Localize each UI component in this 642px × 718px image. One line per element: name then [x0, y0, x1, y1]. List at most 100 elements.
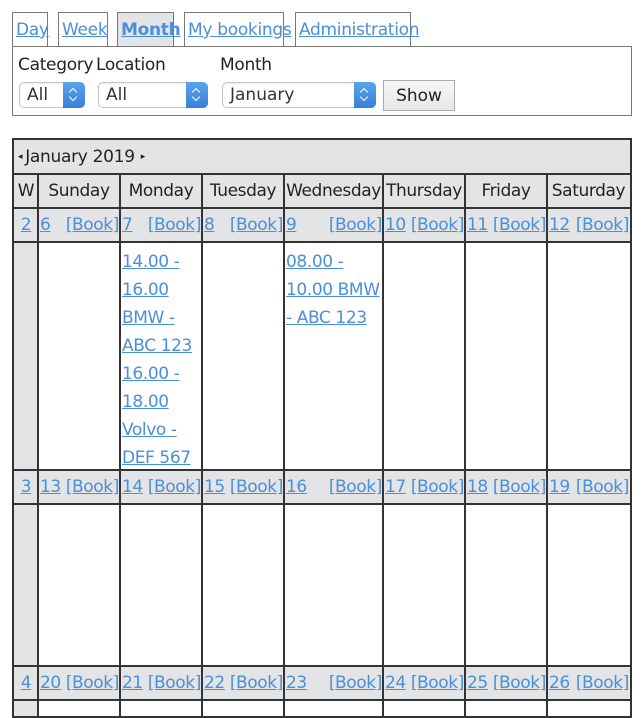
book-link[interactable]: [Book]: [493, 208, 547, 242]
day-number-link[interactable]: 22: [204, 666, 225, 700]
week-number-link[interactable]: 3: [21, 477, 32, 497]
month-select[interactable]: January: [222, 82, 376, 108]
week-number-link[interactable]: 4: [21, 673, 32, 693]
booking-link[interactable]: DEF 567: [122, 448, 191, 468]
previous-month-icon[interactable]: ◂: [18, 140, 23, 174]
booking-line: Volvo -: [122, 416, 200, 444]
day-cell-body: [383, 242, 465, 470]
book-link[interactable]: [Book]: [576, 666, 630, 700]
day-header-saturday: Saturday: [547, 174, 630, 208]
booking-link[interactable]: 08.00 -: [286, 252, 344, 272]
location-select-value: All: [106, 85, 128, 105]
book-link[interactable]: [Book]: [148, 470, 202, 504]
book-link[interactable]: [Book]: [576, 470, 630, 504]
book-link[interactable]: [Book]: [230, 666, 284, 700]
day-number-link[interactable]: 26: [549, 666, 570, 700]
booking-link[interactable]: BMW -: [122, 308, 175, 328]
book-link[interactable]: [Book]: [329, 666, 383, 700]
tab-day[interactable]: Day: [12, 12, 49, 46]
tab-administration-link[interactable]: Administration: [299, 20, 420, 40]
day-number-link[interactable]: 15: [204, 470, 225, 504]
booking-link[interactable]: Volvo -: [122, 420, 177, 440]
tab-day-link[interactable]: Day: [16, 20, 49, 40]
tab-administration[interactable]: Administration: [295, 12, 420, 46]
day-number-link[interactable]: 10: [385, 208, 406, 242]
booking-link[interactable]: 14.00 -: [122, 252, 180, 272]
grid-line-vertical: [382, 174, 384, 716]
book-link[interactable]: [Book]: [411, 208, 465, 242]
day-cell-header: 9 [Book]: [284, 208, 383, 242]
booking-link[interactable]: 16.00: [122, 280, 169, 300]
show-button[interactable]: Show: [383, 80, 455, 111]
day-cell-header: 26 [Book]: [547, 666, 630, 700]
book-link[interactable]: [Book]: [493, 666, 547, 700]
tab-my-bookings-link[interactable]: My bookings: [188, 20, 292, 40]
day-cell-header: 6 [Book]: [38, 208, 120, 242]
grid-line-vertical: [464, 174, 466, 716]
day-cell-body: [547, 242, 630, 470]
book-link[interactable]: [Book]: [148, 666, 202, 700]
day-number-link[interactable]: 17: [385, 470, 406, 504]
book-link[interactable]: [Book]: [329, 470, 383, 504]
tab-week-link[interactable]: Week: [62, 20, 108, 40]
week-column-body: [14, 700, 38, 716]
booking-link[interactable]: 10.00 BMW: [286, 280, 380, 300]
grid-line-vertical: [37, 174, 39, 716]
day-cell-header: 20 [Book]: [38, 666, 120, 700]
book-link[interactable]: [Book]: [66, 470, 120, 504]
book-link[interactable]: [Book]: [329, 208, 383, 242]
day-number-link[interactable]: 7: [122, 208, 133, 242]
location-select[interactable]: All: [98, 82, 208, 108]
day-cell-header: 8 [Book]: [202, 208, 284, 242]
day-number-link[interactable]: 23: [286, 666, 307, 700]
day-number-link[interactable]: 13: [40, 470, 61, 504]
grid-line-horizontal: [14, 665, 630, 667]
tab-month[interactable]: Month: [117, 12, 181, 46]
day-number-link[interactable]: 24: [385, 666, 406, 700]
book-link[interactable]: [Book]: [230, 208, 284, 242]
book-link[interactable]: [Book]: [66, 208, 120, 242]
day-number-link[interactable]: 9: [286, 208, 297, 242]
booking-line: 18.00: [122, 388, 200, 416]
tab-week[interactable]: Week: [58, 12, 108, 46]
day-number-link[interactable]: 8: [204, 208, 215, 242]
next-month-icon[interactable]: ▸: [141, 140, 146, 174]
day-number-link[interactable]: 12: [549, 208, 570, 242]
day-cell-body: [284, 700, 383, 716]
day-number-link[interactable]: 21: [122, 666, 143, 700]
day-header-wednesday: Wednesday: [284, 174, 383, 208]
category-select[interactable]: All: [19, 82, 85, 108]
day-cell-body: [383, 700, 465, 716]
day-number-link[interactable]: 14: [122, 470, 143, 504]
grid-line-vertical: [546, 174, 548, 716]
day-number-link[interactable]: 25: [467, 666, 488, 700]
book-link[interactable]: [Book]: [411, 666, 465, 700]
book-link[interactable]: [Book]: [66, 666, 120, 700]
booking-link[interactable]: ABC 123: [122, 336, 192, 356]
book-link[interactable]: [Book]: [576, 208, 630, 242]
day-cell-body: 14.00 - 16.00 BMW - ABC 123 16.00 - 18.00 Volv…: [120, 242, 202, 470]
book-link[interactable]: [Book]: [148, 208, 202, 242]
tab-my-bookings[interactable]: My bookings: [184, 12, 292, 46]
location-label: Location: [96, 55, 166, 75]
day-number-link[interactable]: 11: [467, 208, 488, 242]
book-link[interactable]: [Book]: [493, 470, 547, 504]
day-number-link[interactable]: 18: [467, 470, 488, 504]
week-column-header: W: [14, 174, 38, 208]
day-number-link[interactable]: 16: [286, 470, 307, 504]
book-link[interactable]: [Book]: [411, 470, 465, 504]
booking-line: - ABC 123: [286, 304, 381, 332]
tab-month-link[interactable]: Month: [121, 20, 181, 40]
month-select-value: January: [230, 85, 295, 105]
month-label: Month: [220, 55, 272, 75]
booking-link[interactable]: 16.00 -: [122, 364, 180, 384]
booking-link[interactable]: 18.00: [122, 392, 169, 412]
grid-line-horizontal: [14, 469, 630, 471]
booking-link[interactable]: - ABC 123: [286, 308, 367, 328]
day-number-link[interactable]: 19: [549, 470, 570, 504]
week-number-link[interactable]: 2: [21, 215, 32, 235]
day-number-link[interactable]: 6: [40, 208, 51, 242]
day-number-link[interactable]: 20: [40, 666, 61, 700]
day-cell-header: 7 [Book]: [120, 208, 202, 242]
book-link[interactable]: [Book]: [230, 470, 284, 504]
